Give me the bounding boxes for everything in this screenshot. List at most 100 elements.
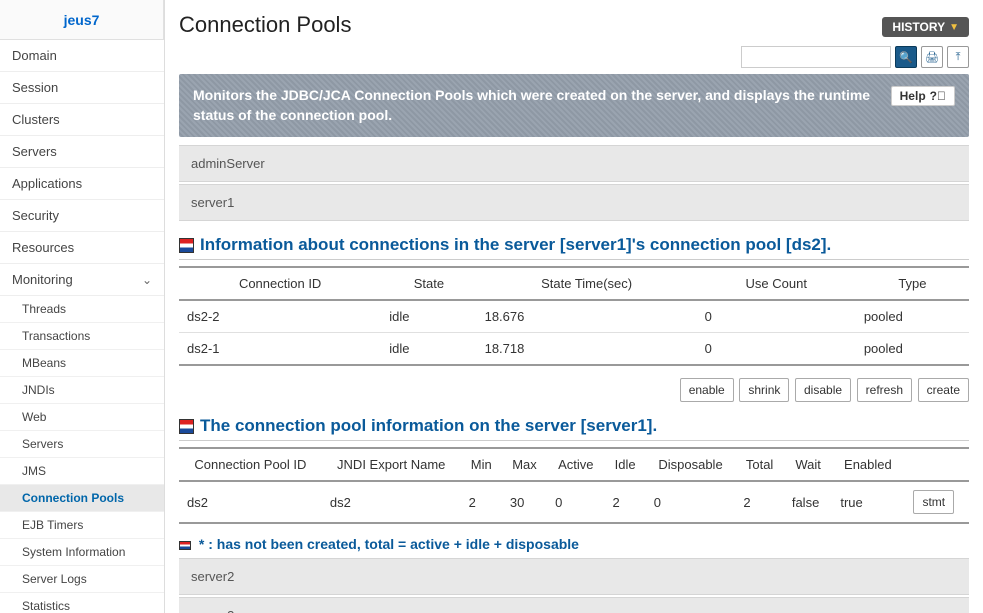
cell-state: idle: [381, 300, 476, 333]
cell-connection-id: ds2-1: [179, 333, 381, 366]
shrink-button[interactable]: shrink: [739, 378, 789, 402]
subnav-servers[interactable]: Servers: [0, 431, 164, 458]
nav-security[interactable]: Security: [0, 200, 164, 232]
col-max: Max: [502, 448, 547, 481]
cell-use-count: 0: [697, 333, 856, 366]
subnav-web[interactable]: Web: [0, 404, 164, 431]
connections-table: Connection ID State State Time(sec) Use …: [179, 266, 969, 366]
cell-type: pooled: [856, 300, 969, 333]
nav-applications[interactable]: Applications: [0, 168, 164, 200]
main-content: Connection Pools HISTORY ▼ 🔍 🖨 ⤒ Monitor…: [165, 0, 983, 613]
cell-min: 2: [461, 481, 502, 523]
section1-title-text: Information about connections in the ser…: [200, 235, 831, 255]
cell-wait: false: [784, 481, 833, 523]
col-pool-id: Connection Pool ID: [179, 448, 322, 481]
disable-button[interactable]: disable: [795, 378, 851, 402]
cell-type: pooled: [856, 333, 969, 366]
nav-monitoring-label: Monitoring: [12, 272, 73, 287]
subnav-ejb-timers[interactable]: EJB Timers: [0, 512, 164, 539]
topbar: Connection Pools HISTORY ▼: [179, 8, 969, 46]
flag-icon: [179, 238, 194, 253]
cell-state: idle: [381, 333, 476, 366]
nav-resources[interactable]: Resources: [0, 232, 164, 264]
create-button[interactable]: create: [918, 378, 969, 402]
flag-icon: [179, 541, 191, 550]
info-banner-text: Monitors the JDBC/JCA Connection Pools w…: [193, 86, 891, 125]
history-button[interactable]: HISTORY ▼: [882, 17, 969, 37]
col-state-time: State Time(sec): [477, 267, 697, 300]
info-banner: Monitors the JDBC/JCA Connection Pools w…: [179, 74, 969, 137]
refresh-button[interactable]: refresh: [857, 378, 912, 402]
section1-title: Information about connections in the ser…: [179, 235, 969, 260]
cell-pool-id: ds2: [179, 481, 322, 523]
help-button[interactable]: Help ?⃝: [891, 86, 955, 106]
subnav-transactions[interactable]: Transactions: [0, 323, 164, 350]
stmt-button[interactable]: stmt: [913, 490, 954, 514]
subnav-system-information[interactable]: System Information: [0, 539, 164, 566]
cell-idle: 2: [604, 481, 645, 523]
cell-state-time: 18.718: [477, 333, 697, 366]
search-row: 🔍 🖨 ⤒: [179, 46, 969, 68]
brand-box: jeus7: [0, 0, 164, 40]
chevron-down-icon: ▼: [949, 22, 959, 33]
table-header-row: Connection ID State State Time(sec) Use …: [179, 267, 969, 300]
cell-action: stmt: [903, 481, 969, 523]
server-row-server2[interactable]: server2: [179, 558, 969, 595]
col-disposable: Disposable: [646, 448, 736, 481]
nav-servers[interactable]: Servers: [0, 136, 164, 168]
xml-export-icon[interactable]: ⤒: [947, 46, 969, 68]
legend-note: * : has not been created, total = active…: [179, 536, 969, 552]
section2-title-text: The connection pool information on the s…: [200, 416, 657, 436]
pool-info-table: Connection Pool ID JNDI Export Name Min …: [179, 447, 969, 524]
subnav-monitoring: Threads Transactions MBeans JNDIs Web Se…: [0, 296, 164, 613]
cell-total: 2: [735, 481, 784, 523]
print-icon[interactable]: 🖨: [921, 46, 943, 68]
cell-disposable: 0: [646, 481, 736, 523]
page-title: Connection Pools: [179, 12, 351, 38]
nav-list: Domain Session Clusters Servers Applicat…: [0, 40, 164, 296]
nav-session[interactable]: Session: [0, 72, 164, 104]
nav-domain[interactable]: Domain: [0, 40, 164, 72]
col-idle: Idle: [604, 448, 645, 481]
help-label: Help: [900, 89, 926, 103]
help-icon: ?⃝: [930, 89, 946, 103]
history-label: HISTORY: [892, 20, 945, 34]
subnav-jndis[interactable]: JNDIs: [0, 377, 164, 404]
col-enabled: Enabled: [832, 448, 903, 481]
table-row: ds2 ds2 2 30 0 2 0 2 false true stmt: [179, 481, 969, 523]
cell-connection-id: ds2-2: [179, 300, 381, 333]
nav-monitoring[interactable]: Monitoring ⌄: [0, 264, 164, 296]
sidebar: jeus7 Domain Session Clusters Servers Ap…: [0, 0, 165, 613]
col-total: Total: [735, 448, 784, 481]
col-jndi-name: JNDI Export Name: [322, 448, 461, 481]
subnav-mbeans[interactable]: MBeans: [0, 350, 164, 377]
nav-clusters[interactable]: Clusters: [0, 104, 164, 136]
cell-use-count: 0: [697, 300, 856, 333]
search-icon[interactable]: 🔍: [895, 46, 917, 68]
search-input[interactable]: [741, 46, 891, 68]
subnav-server-logs[interactable]: Server Logs: [0, 566, 164, 593]
col-min: Min: [461, 448, 502, 481]
table-header-row: Connection Pool ID JNDI Export Name Min …: [179, 448, 969, 481]
enable-button[interactable]: enable: [680, 378, 734, 402]
server-row-admin[interactable]: adminServer: [179, 145, 969, 182]
col-wait: Wait: [784, 448, 833, 481]
section2-title: The connection pool information on the s…: [179, 416, 969, 441]
cell-state-time: 18.676: [477, 300, 697, 333]
col-actions: [903, 448, 969, 481]
col-use-count: Use Count: [697, 267, 856, 300]
subnav-connection-pools[interactable]: Connection Pools: [0, 485, 164, 512]
col-state: State: [381, 267, 476, 300]
subnav-statistics[interactable]: Statistics: [0, 593, 164, 613]
server-row-server1[interactable]: server1: [179, 184, 969, 221]
subnav-jms[interactable]: JMS: [0, 458, 164, 485]
flag-icon: [179, 419, 194, 434]
table-row: ds2-1 idle 18.718 0 pooled: [179, 333, 969, 366]
col-active: Active: [547, 448, 604, 481]
cell-max: 30: [502, 481, 547, 523]
brand-link[interactable]: jeus7: [64, 12, 100, 28]
subnav-threads[interactable]: Threads: [0, 296, 164, 323]
table-row: ds2-2 idle 18.676 0 pooled: [179, 300, 969, 333]
col-connection-id: Connection ID: [179, 267, 381, 300]
server-row-server3[interactable]: server3: [179, 597, 969, 613]
